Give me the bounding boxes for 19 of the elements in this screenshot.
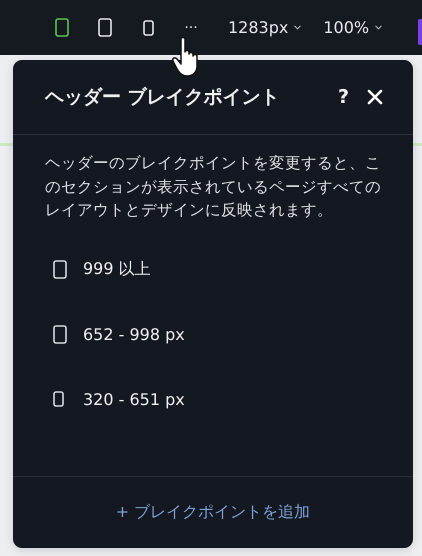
breakpoint-item[interactable]: 652 - 998 px [13,302,413,366]
desktop-icon [53,260,67,278]
add-breakpoint-button[interactable]: + ブレイクポイントを追加 [110,501,316,524]
tablet-icon [53,324,67,344]
width-dropdown[interactable]: 1283px [228,12,302,42]
chevron-icon [294,25,302,30]
mobile-icon [53,391,64,407]
desktop-icon [55,18,69,37]
more-button[interactable]: ··· [179,12,203,42]
chevron-icon [375,25,382,30]
help-button[interactable]: ? [338,86,349,108]
mobile-icon [142,20,154,36]
description-text: ヘッダーのブレイクポイントを変更すると、このセクションが表示されているページすべてのレイアウトとデザインに反映されます。 [44,153,382,221]
panel-title: ヘッダー ブレイクポイント [45,85,281,110]
close-icon[interactable] [367,89,383,105]
tablet-icon [98,18,112,37]
zoom-dropdown[interactable]: 100% [323,12,382,42]
breakpoint-item[interactable]: 320 - 651 px [13,366,413,432]
breakpoint-item[interactable]: 999 以上 [13,236,413,302]
